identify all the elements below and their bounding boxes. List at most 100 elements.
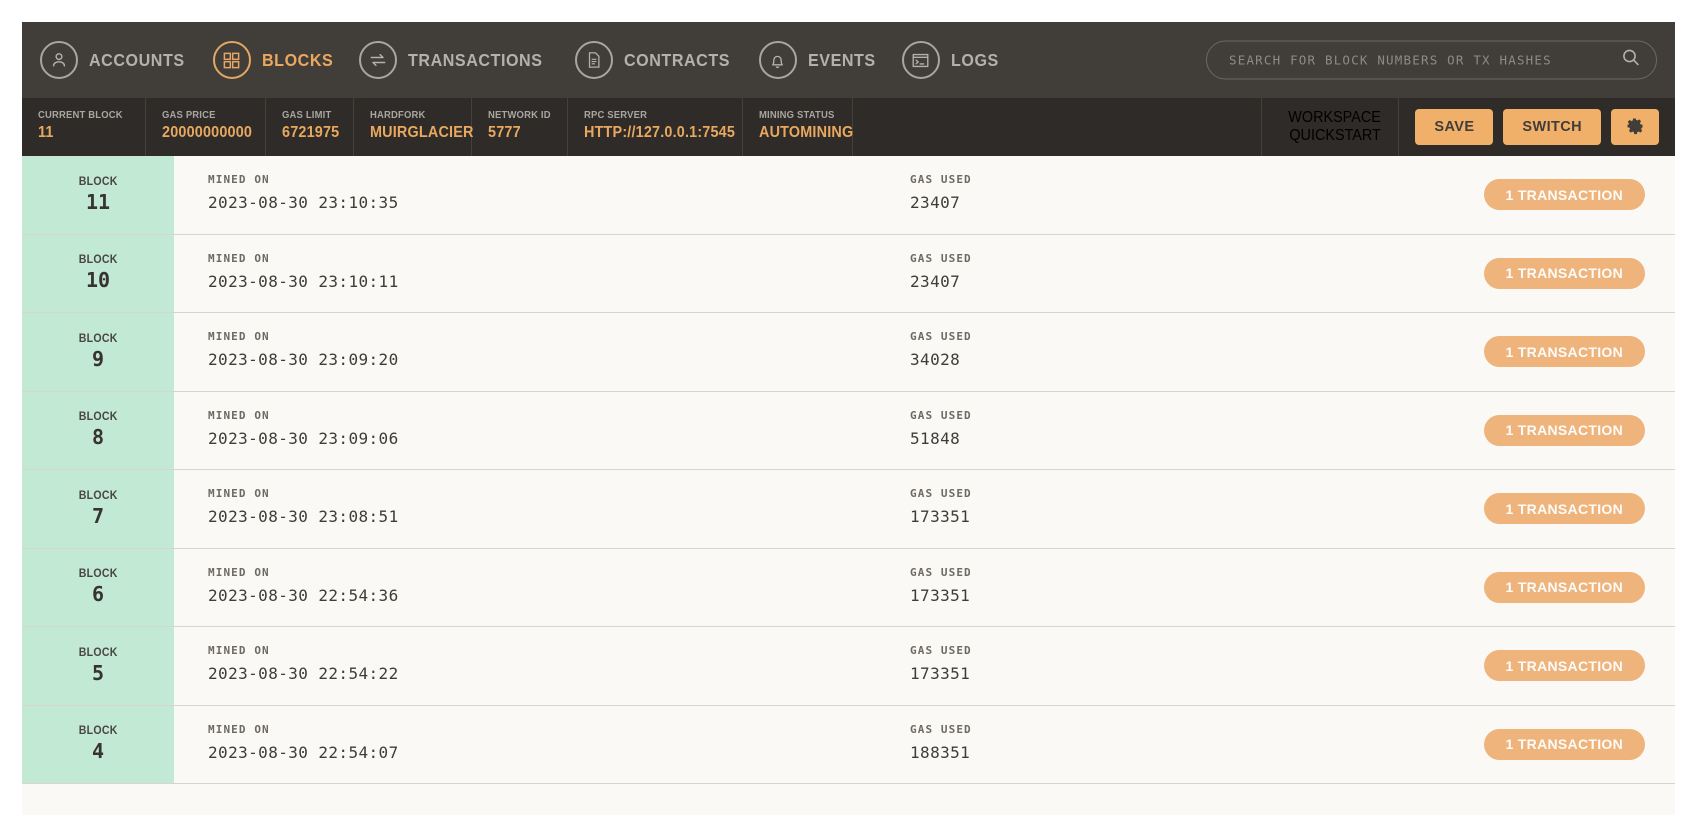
block-row[interactable]: BLOCK5MINED ON2023-08-30 22:54:22GAS USE…: [22, 627, 1675, 706]
settings-button[interactable]: [1611, 109, 1659, 145]
nav-item-events[interactable]: EVENTS: [755, 22, 898, 98]
contract-document-icon: [575, 41, 613, 79]
workspace-value: QUICKSTART: [1288, 127, 1381, 145]
status-cell-current-block: CURRENT BLOCK11: [22, 98, 146, 156]
mined-on-cell: MINED ON2023-08-30 22:54:07: [174, 706, 864, 784]
status-key: MINING STATUS: [759, 109, 843, 121]
block-row[interactable]: BLOCK10MINED ON2023-08-30 23:10:11GAS US…: [22, 235, 1675, 314]
mined-on-label: MINED ON: [208, 644, 864, 657]
workspace-label: WORKSPACE: [1288, 109, 1381, 127]
mined-on-label: MINED ON: [208, 330, 864, 343]
mined-on-value: 2023-08-30 22:54:36: [208, 586, 864, 605]
search-input[interactable]: [1229, 53, 1622, 68]
gas-used-value: 173351: [910, 664, 1375, 683]
block-row[interactable]: BLOCK4MINED ON2023-08-30 22:54:07GAS USE…: [22, 706, 1675, 785]
nav-item-accounts[interactable]: ACCOUNTS: [36, 22, 209, 98]
search-icon[interactable]: [1622, 49, 1640, 72]
block-row[interactable]: BLOCK11MINED ON2023-08-30 23:10:35GAS US…: [22, 156, 1675, 235]
block-number-cell: BLOCK 8: [22, 392, 174, 470]
nav-item-transactions[interactable]: TRANSACTIONS: [355, 22, 570, 98]
mined-on-value: 2023-08-30 23:08:51: [208, 507, 864, 526]
status-key: NETWORK ID: [488, 109, 559, 121]
status-value: 6721975: [282, 124, 346, 142]
status-key: HARDFORK: [370, 109, 461, 121]
block-number: 4: [92, 739, 104, 763]
gas-used-label: GAS USED: [910, 173, 1375, 186]
mined-on-value: 2023-08-30 23:09:20: [208, 350, 864, 369]
gas-used-cell: GAS USED173351: [864, 627, 1375, 705]
mined-on-cell: MINED ON2023-08-30 23:10:11: [174, 235, 864, 313]
block-number: 11: [86, 190, 110, 214]
nav-item-blocks[interactable]: BLOCKS: [209, 22, 356, 98]
block-label: BLOCK: [78, 176, 117, 188]
status-key: CURRENT BLOCK: [38, 109, 134, 121]
status-key: RPC SERVER: [584, 109, 726, 121]
status-value: 20000000000: [162, 124, 255, 142]
block-number-cell: BLOCK10: [22, 235, 174, 313]
workspace-cell: WORKSPACE QUICKSTART: [1262, 98, 1400, 156]
transaction-count-cell: 1 TRANSACTION: [1375, 313, 1675, 391]
search-box[interactable]: [1206, 41, 1657, 80]
block-row[interactable]: BLOCK6MINED ON2023-08-30 22:54:36GAS USE…: [22, 549, 1675, 628]
mined-on-cell: MINED ON2023-08-30 23:08:51: [174, 470, 864, 548]
nav-item-contracts[interactable]: CONTRACTS: [571, 22, 755, 98]
transaction-count-cell: 1 TRANSACTION: [1375, 627, 1675, 705]
bell-icon: [759, 41, 797, 79]
switch-button[interactable]: SWITCH: [1503, 109, 1601, 145]
transaction-count-badge[interactable]: 1 TRANSACTION: [1484, 729, 1645, 760]
block-row[interactable]: BLOCK9MINED ON2023-08-30 23:09:20GAS USE…: [22, 313, 1675, 392]
gas-used-label: GAS USED: [910, 566, 1375, 579]
block-number: 10: [86, 268, 110, 292]
block-row[interactable]: BLOCK8MINED ON2023-08-30 23:09:06GAS USE…: [22, 392, 1675, 471]
nav-item-label: ACCOUNTS: [89, 50, 185, 71]
mined-on-label: MINED ON: [208, 723, 864, 736]
block-label: BLOCK: [78, 490, 117, 502]
mined-on-cell: MINED ON 2023-08-30 23:09:20: [174, 313, 864, 391]
transaction-count-cell: 1 TRANSACTION: [1375, 706, 1675, 784]
gas-used-cell: GAS USED 34028: [864, 313, 1375, 391]
gas-used-value: 173351: [910, 507, 1375, 526]
transaction-count-badge[interactable]: 1 TRANSACTION: [1484, 650, 1645, 681]
status-cell-mining-status: MINING STATUSAUTOMINING: [743, 98, 853, 156]
nav-item-label: LOGS: [951, 50, 999, 71]
block-number-cell: BLOCK5: [22, 627, 174, 705]
gas-used-value: 188351: [910, 743, 1375, 762]
block-row[interactable]: BLOCK7MINED ON2023-08-30 23:08:51GAS USE…: [22, 470, 1675, 549]
transaction-count-badge[interactable]: 1 TRANSACTION: [1484, 179, 1645, 210]
block-number: 8: [92, 425, 104, 449]
gas-used-label: GAS USED: [910, 487, 1375, 500]
block-label: BLOCK: [78, 411, 117, 423]
gas-used-label: GAS USED: [910, 409, 1375, 422]
gas-used-cell: GAS USED23407: [864, 235, 1375, 313]
block-list: BLOCK11MINED ON2023-08-30 23:10:35GAS US…: [22, 156, 1675, 784]
gas-used-cell: GAS USED51848: [864, 392, 1375, 470]
gas-used-label: GAS USED: [910, 252, 1375, 265]
gear-icon: [1625, 116, 1645, 139]
gas-used-label: GAS USED: [910, 330, 1375, 343]
gas-used-cell: GAS USED173351: [864, 549, 1375, 627]
status-cell-gas-price: GAS PRICE20000000000: [146, 98, 266, 156]
ganache-window: ACCOUNTS BLOCKSTRANSACTIONSCONTRACTSEVENT…: [22, 22, 1675, 815]
mined-on-value: 2023-08-30 23:09:06: [208, 429, 864, 448]
transaction-count-badge[interactable]: 1 TRANSACTION: [1484, 572, 1645, 603]
status-key: GAS LIMIT: [282, 109, 346, 121]
transaction-count-badge[interactable]: 1 TRANSACTION: [1484, 415, 1645, 446]
save-button[interactable]: SAVE: [1415, 109, 1493, 145]
gas-used-cell: GAS USED 173351: [864, 470, 1375, 548]
status-cell-network-id: NETWORK ID5777: [472, 98, 568, 156]
transaction-count-badge[interactable]: 1 TRANSACTION: [1484, 493, 1645, 524]
nav-item-logs[interactable]: LOGS: [898, 22, 1019, 98]
mined-on-cell: MINED ON2023-08-30 22:54:36: [174, 549, 864, 627]
top-navigation: ACCOUNTS BLOCKSTRANSACTIONSCONTRACTSEVENT…: [22, 22, 1675, 98]
status-value: MUIRGLACIER: [370, 124, 461, 142]
mined-on-label: MINED ON: [208, 173, 864, 186]
block-number: 6: [92, 582, 104, 606]
transaction-count-badge[interactable]: 1 TRANSACTION: [1484, 336, 1645, 367]
transaction-count-cell: 1 TRANSACTION: [1375, 235, 1675, 313]
mined-on-cell: MINED ON2023-08-30 22:54:22: [174, 627, 864, 705]
mined-on-cell: MINED ON2023-08-30 23:09:06: [174, 392, 864, 470]
transactions-arrows-icon: [359, 41, 397, 79]
gas-used-value: 34028: [910, 350, 1375, 369]
block-number: 5: [92, 661, 104, 685]
transaction-count-badge[interactable]: 1 TRANSACTION: [1484, 258, 1645, 289]
